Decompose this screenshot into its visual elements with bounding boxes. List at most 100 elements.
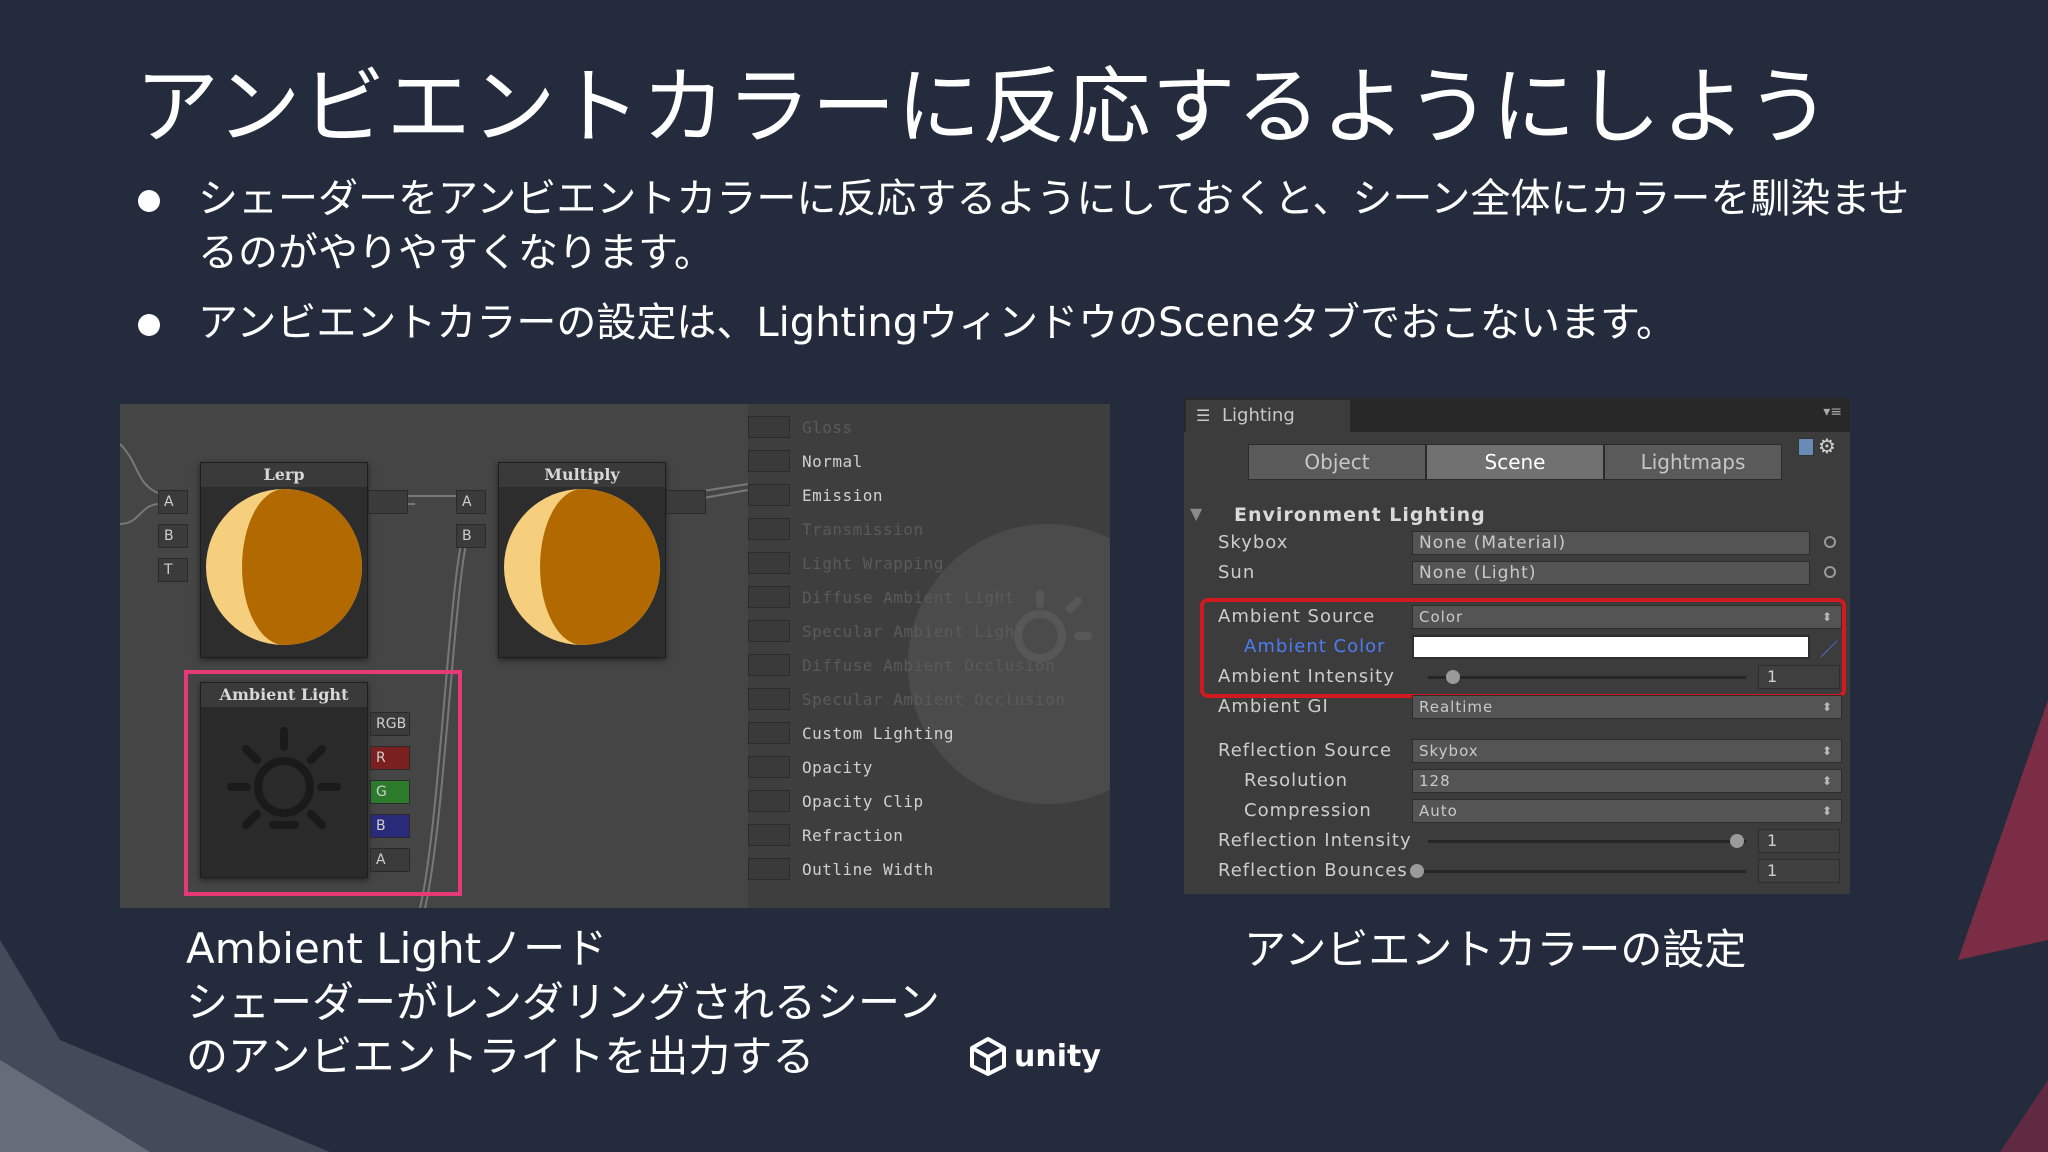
lerp-output[interactable] <box>368 490 408 514</box>
input-socket[interactable] <box>748 620 790 642</box>
unity-cube-icon <box>970 1037 1006 1076</box>
input-label: Emission <box>802 485 884 505</box>
bullet-text: シェーダーをアンビエントカラーに反応するようにしておくと、シーン全体にカラーを馴… <box>198 176 1910 276</box>
bullet-list: シェーダーをアンビエントカラーに反応するようにしておくと、シーン全体にカラーを馴… <box>138 172 1938 366</box>
reflection-bounces-row: Reflection Bounces 1 <box>1184 858 1850 886</box>
input-label: Transmission <box>802 519 924 539</box>
lerp-node[interactable]: Lerp <box>200 462 368 658</box>
reflection-bounces-field[interactable]: 1 <box>1758 859 1840 883</box>
lighting-tab-icon: ☰ <box>1196 406 1211 425</box>
section-environment-lighting[interactable]: ▼ Environment Lighting <box>1184 502 1850 530</box>
multiply-input-a[interactable]: A <box>456 490 486 514</box>
main-node-inputs: Gloss Normal Emission Transmission Light… <box>748 404 1110 908</box>
reflection-intensity-field[interactable]: 1 <box>1758 829 1840 853</box>
lerp-preview-sphere <box>206 489 362 645</box>
lighting-window-tab[interactable]: ☰ Lighting <box>1186 400 1350 432</box>
input-socket[interactable] <box>748 858 790 880</box>
input-socket[interactable] <box>748 688 790 710</box>
ambient-gi-row: Ambient GI Realtime <box>1184 694 1850 722</box>
input-outline-width[interactable]: Outline Width <box>748 856 934 882</box>
input-label: Diffuse Ambient Occlusion <box>802 655 1056 675</box>
reflection-source-row: Reflection Source Skybox <box>1184 738 1850 766</box>
resolution-label: Resolution <box>1244 770 1349 791</box>
unity-logo: unity <box>968 1036 1101 1076</box>
input-socket[interactable] <box>748 756 790 778</box>
input-label: Light Wrapping <box>802 553 944 573</box>
multiply-node[interactable]: Multiply <box>498 462 666 658</box>
input-specular-ambient-light[interactable]: Specular Ambient Light <box>748 618 1025 644</box>
input-label: Refraction <box>802 825 904 845</box>
reflection-bounces-slider[interactable] <box>1418 870 1746 873</box>
reflection-bounces-knob[interactable] <box>1410 864 1424 878</box>
bullet-item: アンビエントカラーの設定は、LightingウィンドウのSceneタブでおこない… <box>138 296 1938 350</box>
input-socket[interactable] <box>748 552 790 574</box>
reflection-intensity-slider[interactable] <box>1428 840 1746 843</box>
skybox-row: Skybox None (Material) <box>1184 530 1850 558</box>
object-picker-icon[interactable] <box>1824 536 1836 548</box>
sun-field[interactable]: None (Light) <box>1412 561 1810 585</box>
multiply-output[interactable] <box>666 490 706 514</box>
input-socket[interactable] <box>748 416 790 438</box>
compression-row: Compression Auto <box>1184 798 1850 826</box>
input-socket[interactable] <box>748 722 790 744</box>
help-book-icon[interactable] <box>1798 438 1814 456</box>
input-socket[interactable] <box>748 450 790 472</box>
input-opacity-clip[interactable]: Opacity Clip <box>748 788 924 814</box>
input-diffuse-ambient-occlusion[interactable]: Diffuse Ambient Occlusion <box>748 652 1055 678</box>
reflection-bounces-label: Reflection Bounces <box>1218 860 1408 881</box>
input-socket[interactable] <box>748 518 790 540</box>
input-socket[interactable] <box>748 824 790 846</box>
resolution-dropdown[interactable]: 128 <box>1412 769 1842 793</box>
caption-line: シェーダーがレンダリングされるシーン <box>186 978 940 1027</box>
tab-object[interactable]: Object <box>1248 444 1426 480</box>
input-gloss[interactable]: Gloss <box>748 414 853 440</box>
multiply-node-title: Multiply <box>499 463 665 487</box>
sun-label: Sun <box>1218 562 1256 583</box>
lighting-tab-label: Lighting <box>1222 405 1295 426</box>
multiply-preview-sphere <box>504 489 660 645</box>
tab-lightmaps[interactable]: Lightmaps <box>1604 444 1782 480</box>
lerp-input-b[interactable]: B <box>158 524 188 548</box>
reflection-intensity-row: Reflection Intensity 1 <box>1184 828 1850 856</box>
skybox-field[interactable]: None (Material) <box>1412 531 1810 555</box>
sun-row: Sun None (Light) <box>1184 560 1850 588</box>
input-emission[interactable]: Emission <box>748 482 883 508</box>
input-light-wrapping[interactable]: Light Wrapping <box>748 550 944 576</box>
lerp-input-a[interactable]: A <box>158 490 188 514</box>
gear-icon[interactable]: ⚙ <box>1818 434 1836 458</box>
input-custom-lighting[interactable]: Custom Lighting <box>748 720 954 746</box>
compression-dropdown[interactable]: Auto <box>1412 799 1842 823</box>
right-caption: アンビエントカラーの設定 <box>1244 925 1747 974</box>
input-label: Gloss <box>802 417 853 437</box>
skybox-label: Skybox <box>1218 532 1289 553</box>
reflection-intensity-knob[interactable] <box>1730 834 1744 848</box>
reflection-source-dropdown[interactable]: Skybox <box>1412 739 1842 763</box>
multiply-input-b[interactable]: B <box>456 524 486 548</box>
input-transmission[interactable]: Transmission <box>748 516 924 542</box>
shader-editor-screenshot: Lerp A B T Multiply A B Ambient Light RG… <box>120 404 1110 908</box>
tab-scene[interactable]: Scene <box>1426 444 1604 480</box>
left-caption: Ambient Lightノード シェーダーがレンダリングされるシーン のアンビ… <box>186 922 940 1084</box>
lerp-node-title: Lerp <box>201 463 367 487</box>
input-label: Outline Width <box>802 859 934 879</box>
foldout-arrow-icon[interactable]: ▼ <box>1190 504 1202 523</box>
input-specular-ambient-occlusion[interactable]: Specular Ambient Occlusion <box>748 686 1065 712</box>
lerp-input-t[interactable]: T <box>158 558 188 582</box>
input-socket[interactable] <box>748 586 790 608</box>
bullet-dot <box>138 190 160 212</box>
reflection-source-label: Reflection Source <box>1218 740 1393 761</box>
input-normal[interactable]: Normal <box>748 448 863 474</box>
input-label: Diffuse Ambient Light <box>802 587 1015 607</box>
input-socket[interactable] <box>748 790 790 812</box>
input-refraction[interactable]: Refraction <box>748 822 903 848</box>
input-opacity[interactable]: Opacity <box>748 754 873 780</box>
object-picker-icon[interactable] <box>1824 566 1836 578</box>
input-diffuse-ambient-light[interactable]: Diffuse Ambient Light <box>748 584 1015 610</box>
input-socket[interactable] <box>748 654 790 676</box>
input-label: Opacity Clip <box>802 791 924 811</box>
input-label: Specular Ambient Occlusion <box>802 689 1066 709</box>
input-socket[interactable] <box>748 484 790 506</box>
window-menu-icon[interactable]: ▾≡ <box>1823 404 1842 420</box>
input-label: Custom Lighting <box>802 723 954 743</box>
ambient-gi-dropdown[interactable]: Realtime <box>1412 695 1842 719</box>
